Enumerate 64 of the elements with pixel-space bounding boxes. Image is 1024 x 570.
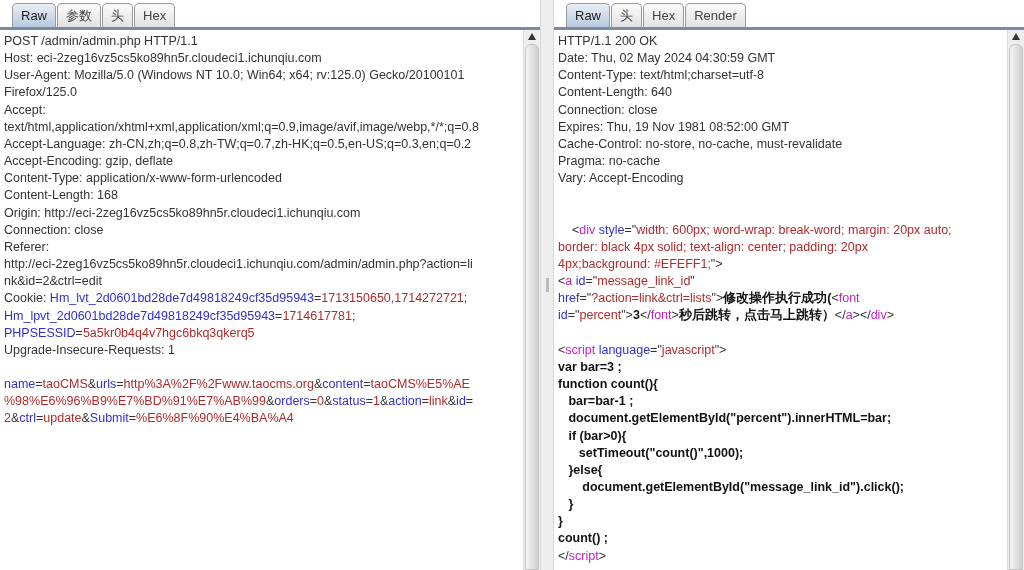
code-line: Cache-Control: no-store, no-cache, must-revalidate [558, 135, 844, 153]
code-line: Content-Length: 640 [558, 84, 673, 102]
scroll-up-arrow-icon[interactable] [528, 33, 536, 40]
code-line: Firefox/125.0 [4, 84, 78, 102]
code-line: Upgrade-Insecure-Requests: 1 [4, 341, 176, 359]
code-line: function count(){ [558, 376, 659, 394]
tab[interactable]: 头 [102, 3, 133, 27]
code-line: http://eci-2zeg16vz5cs5ko89hn5r.cloudeci1.ichunqiu.com/admin/admin.php?action=li [4, 256, 474, 274]
scrollbar[interactable] [523, 30, 540, 570]
code-line: 4px;background: #EFEFF1;"> [558, 256, 724, 273]
code-line: }else{ [567, 461, 604, 479]
scroll-thumb[interactable] [525, 44, 539, 570]
scroll-up-arrow-icon[interactable] [1012, 33, 1020, 40]
code-line: <a id="message_link_id" [558, 273, 696, 291]
tab[interactable]: Render [685, 3, 746, 27]
code-line: id="percent">3</font>秒后跳转，点击马上跳转）</a></div> [558, 307, 895, 325]
code-line: <div style="width: 600px; word-wrap: break-word; margin: 20px auto; [570, 221, 953, 239]
code-line: text/html,application/xhtml+xml,application/xml;q=0.9,image/avif,image/webp,*/*;q=0.8 [4, 118, 480, 136]
code-line: User-Agent: Mozilla/5.0 (Windows NT 10.0; Win64; x64; rv:125.0) Gecko/20100101 [4, 67, 466, 85]
code-line: nk&id=2&ctrl=edit [4, 273, 103, 291]
code-line: document.getElementById("percent").innerHTML=bar; [567, 410, 893, 428]
tab[interactable]: Hex [643, 3, 685, 27]
code-line: setTimeout("count()",1000); [577, 444, 745, 462]
code-line: </script> [558, 547, 607, 565]
code-line: PHPSESSID=5a5kr0b4q4v7hgc6bkq3qkerq5 [4, 324, 256, 342]
code-line: Pragma: no-cache [558, 153, 662, 171]
code-line: } [558, 513, 564, 531]
code-line: Origin: http://eci-2zeg16vz5cs5ko89hn5r.cloudeci1.ichunqiu.com [4, 204, 362, 222]
tab[interactable]: 头 [611, 3, 642, 27]
code-line: } [567, 496, 575, 514]
code-line: Vary: Accept-Encoding [558, 170, 685, 188]
code-line: POST /admin/admin.php HTTP/1.1 [4, 33, 199, 50]
code-line: %98%E6%96%B9%E7%BD%91%E7%AB%99&orders=0&status=1&action=link&id= [4, 393, 475, 411]
code-line: name=taoCMS&urls=http%3A%2F%2Fwww.taocms.org&content=taoCMS%E5%AE [4, 376, 471, 394]
code-line: Expires: Thu, 19 Nov 1981 08:52:00 GMT [558, 118, 791, 136]
code-line: Content-Type: text/html;charset=utf-8 [558, 67, 765, 85]
tab[interactable]: 参数 [57, 3, 101, 27]
code-line: href="?action=link&ctrl=lists">修改操作执行成功(<font [558, 290, 861, 308]
code-line: Referer: [4, 238, 51, 256]
code-line: bar=bar-1 ; [567, 393, 635, 411]
scrollbar[interactable] [1007, 30, 1024, 570]
code-line: document.getElementById("message_link_id").click(); [581, 479, 905, 496]
code-line: if (bar>0){ [567, 427, 628, 445]
code-line: Accept: [4, 101, 47, 119]
code-line: <script language="javascript"> [558, 341, 728, 359]
code-line: Host: eci-2zeg16vz5cs5ko89hn5r.cloudeci1.ichunqiu.com [4, 50, 323, 68]
code-line: Accept-Encoding: gzip, deflate [4, 153, 174, 171]
tab[interactable]: Raw [12, 3, 56, 27]
code-line: Content-Type: application/x-www-form-urlencoded [4, 170, 283, 188]
code-line: HTTP/1.1 200 OK [558, 33, 659, 50]
code-line: 2&ctrl=update&Submit=%E6%8F%90%E4%BA%A4 [4, 410, 295, 428]
code-line: Hm_lpvt_2d0601bd28de7d49818249cf35d95943=1714617781; [4, 307, 357, 325]
code-line: var bar=3 ; [558, 358, 623, 376]
scroll-thumb[interactable] [1009, 44, 1023, 570]
code-line: Accept-Language: zh-CN,zh;q=0.8,zh-TW;q=0.7,zh-HK;q=0.5,en-US;q=0.3,en;q=0.2 [4, 135, 473, 153]
code-line: Connection: close [4, 221, 105, 239]
code-line: Date: Thu, 02 May 2024 04:30:59 GMT [558, 50, 777, 68]
tab[interactable]: Raw [566, 3, 610, 27]
code-line: border: black 4px solid; text-align: center; padding: 20px [558, 238, 869, 256]
code-line: Cookie: Hm_lvt_2d0601bd28de7d49818249cf35d95943=1713150650,1714272721; [4, 290, 469, 308]
code-line: Content-Length: 168 [4, 187, 119, 205]
code-line: count() ; [558, 530, 609, 548]
code-line: Connection: close [558, 101, 659, 119]
tab[interactable]: Hex [134, 3, 176, 27]
